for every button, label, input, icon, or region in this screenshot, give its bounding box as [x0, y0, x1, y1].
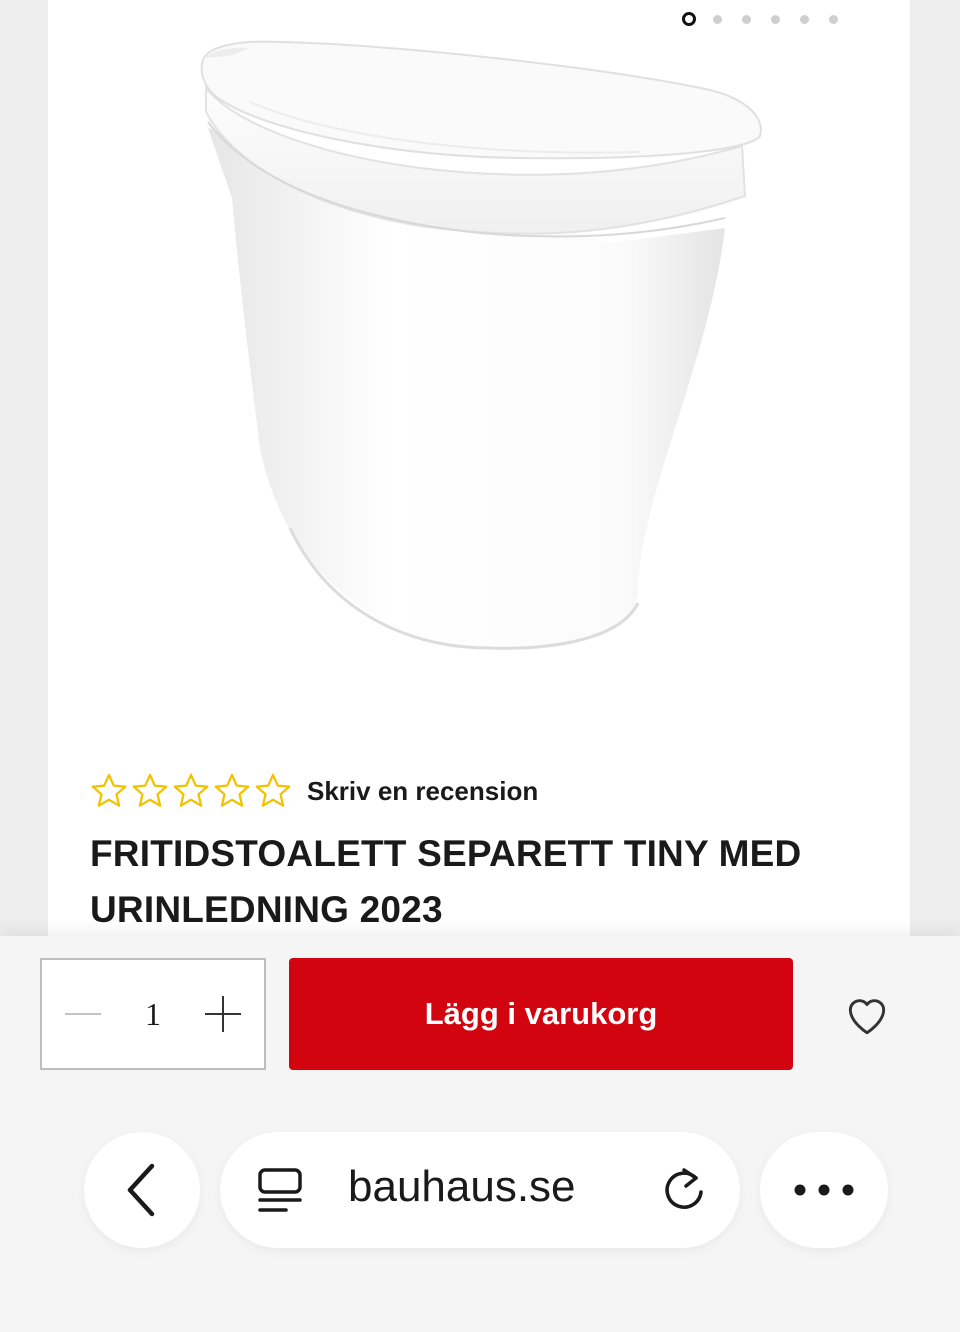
heart-icon[interactable] — [842, 990, 892, 1040]
rating-row: Skriv en recension — [88, 770, 538, 812]
browser-more-button[interactable] — [760, 1132, 888, 1248]
carousel-pagination[interactable] — [682, 12, 858, 26]
add-to-cart-button[interactable]: Lägg i varukorg — [289, 958, 793, 1070]
quantity-stepper: 1 — [40, 958, 266, 1070]
star-outline-icon — [132, 773, 168, 807]
star-outline-icon — [214, 773, 250, 807]
decrease-quantity-button[interactable] — [62, 993, 104, 1035]
star-outline-icon — [91, 773, 127, 807]
carousel-dot[interactable] — [713, 14, 722, 24]
increase-quantity-button[interactable] — [202, 993, 244, 1035]
product-image[interactable] — [190, 28, 780, 668]
reader-mode-icon[interactable] — [256, 1166, 304, 1214]
star-outline-icon — [255, 773, 291, 807]
carousel-dot[interactable] — [800, 14, 809, 24]
carousel-dot-active[interactable] — [682, 12, 696, 26]
write-review-link[interactable]: Skriv en recension — [307, 776, 538, 807]
add-to-cart-label: Lägg i varukorg — [424, 996, 658, 1031]
plus-icon — [205, 996, 241, 1032]
carousel-dot[interactable] — [829, 14, 838, 24]
address-bar[interactable]: bauhaus.se — [220, 1132, 740, 1248]
chevron-left-icon — [127, 1163, 155, 1217]
carousel-dot[interactable] — [742, 14, 751, 24]
minus-icon — [65, 1013, 101, 1015]
quantity-value[interactable]: 1 — [145, 996, 161, 1033]
reload-icon[interactable] — [658, 1164, 710, 1216]
url-text[interactable]: bauhaus.se — [348, 1162, 576, 1212]
more-icon — [794, 1184, 854, 1196]
browser-back-button[interactable] — [84, 1132, 200, 1248]
product-title: FRITIDSTOALETT SEPARETT TINY MED URINLED… — [90, 833, 802, 930]
star-outline-icon — [173, 773, 209, 807]
rating-stars[interactable] — [88, 770, 293, 812]
carousel-dot[interactable] — [771, 14, 780, 24]
